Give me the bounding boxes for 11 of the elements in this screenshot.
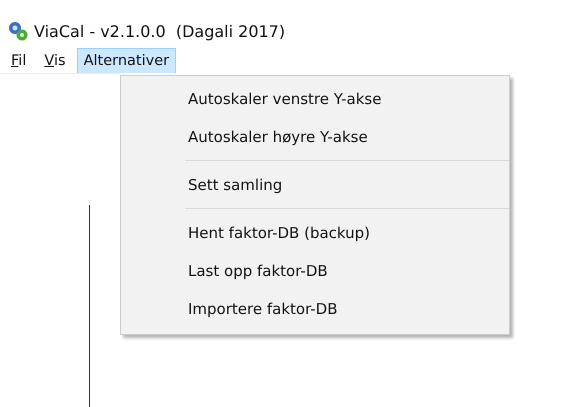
menu-item[interactable]: Vis (37, 48, 73, 73)
menu-item[interactable]: Alternativer (76, 48, 176, 73)
menu-option[interactable]: Sett samling (121, 166, 509, 204)
menu-option[interactable]: Autoskaler venstre Y-akse (121, 80, 509, 118)
menu-option[interactable]: Last opp faktor-DB (121, 252, 509, 290)
menu-option[interactable]: Importere faktor-DB (121, 290, 509, 328)
menu-item[interactable]: Fil (4, 48, 34, 73)
menu-option[interactable]: Autoskaler høyre Y-akse (121, 118, 509, 156)
gears-icon (8, 21, 28, 41)
window-title: ViaCal - v2.1.0.0 (Dagali 2017) (34, 22, 286, 40)
menu-option[interactable]: Hent faktor-DB (backup) (121, 214, 509, 252)
